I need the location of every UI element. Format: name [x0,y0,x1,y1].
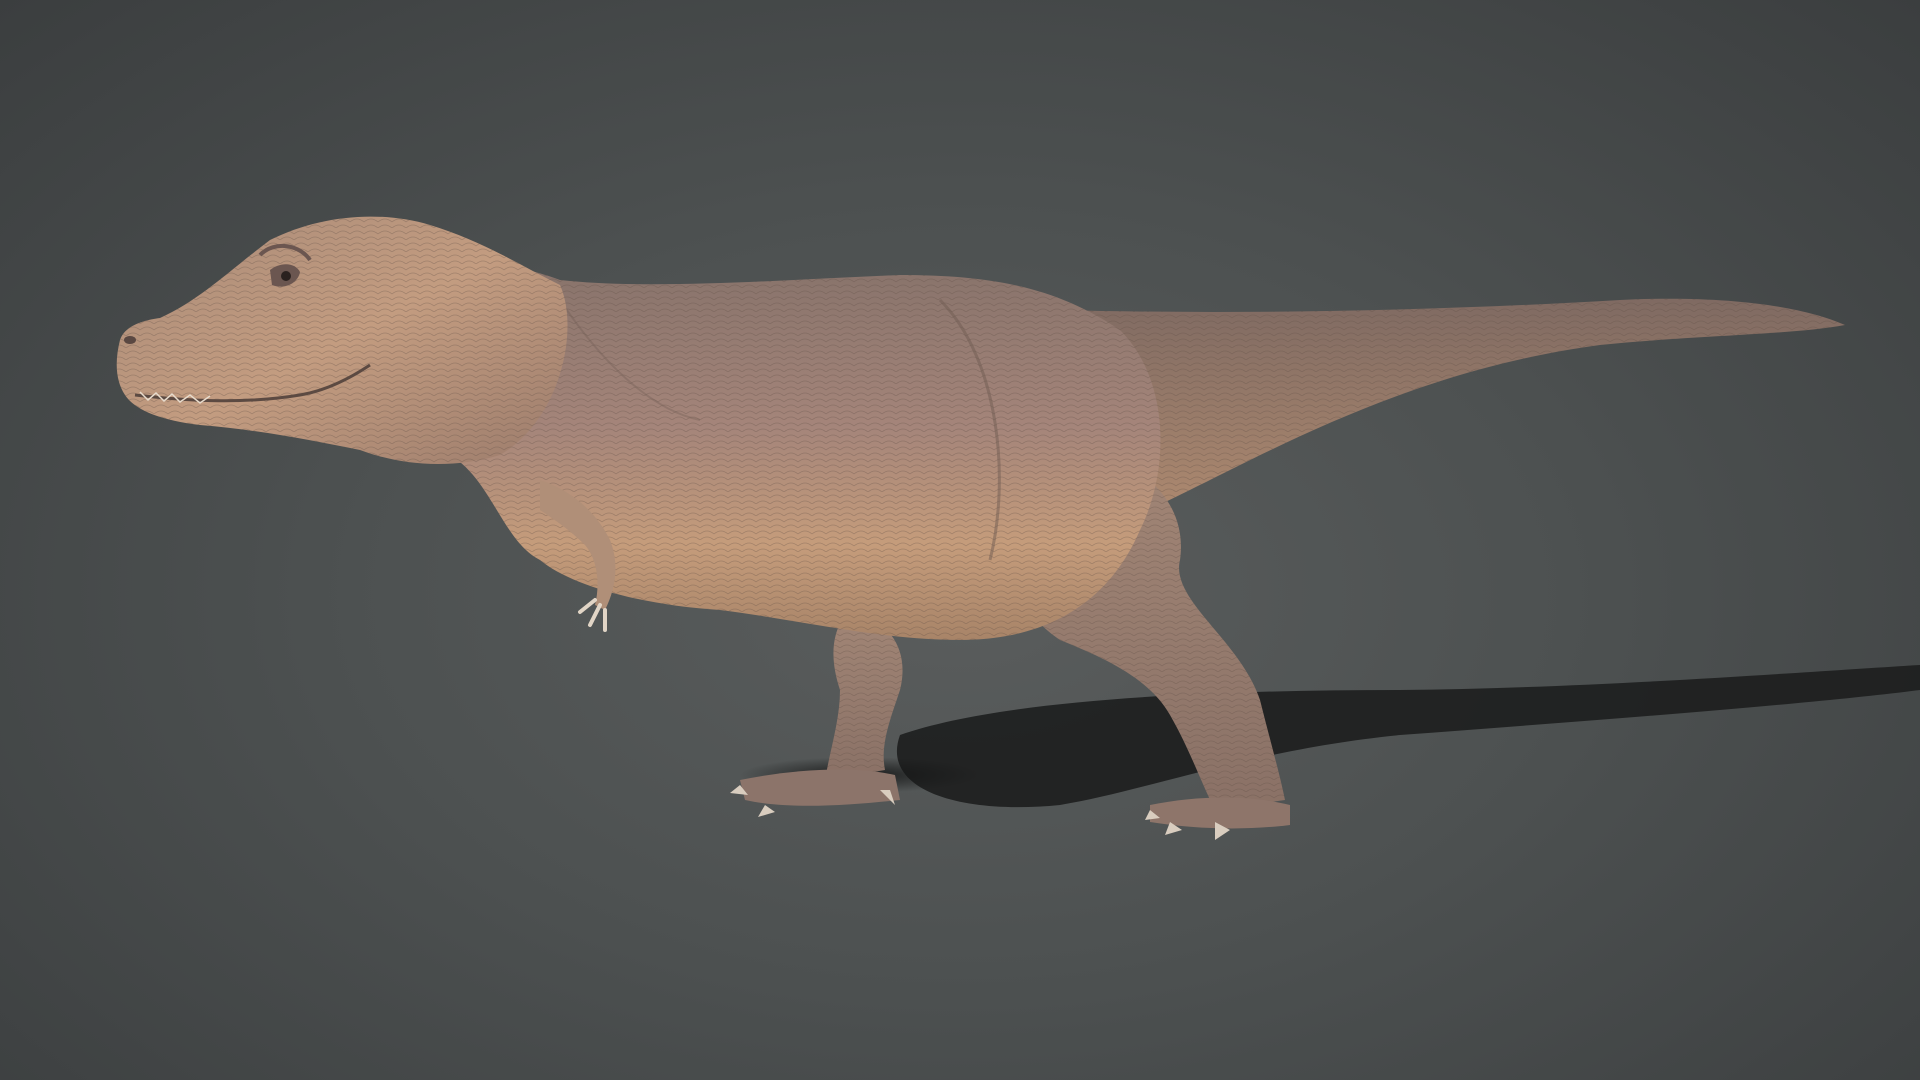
dinosaur-render [116,216,1920,840]
tail [1060,298,1845,525]
hind-leg-left [730,610,903,817]
ground-shadow [740,665,1920,808]
render-viewport [0,0,1920,1080]
head [116,216,568,465]
